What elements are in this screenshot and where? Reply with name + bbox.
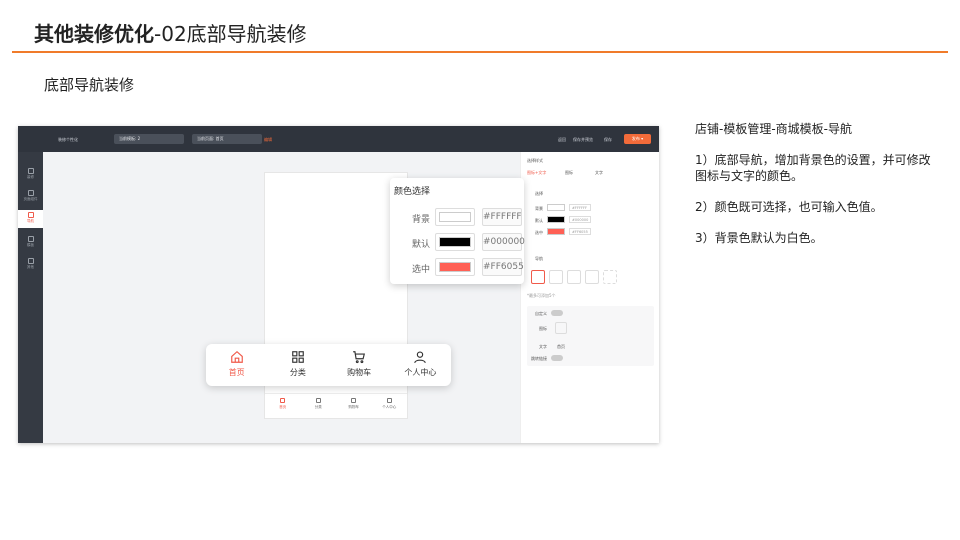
cart-icon <box>351 398 357 403</box>
bottom-tabbar-zoom: 首页 分类 购物车 个人中心 <box>206 344 451 386</box>
editor-sidebar: 装修 页面组件 导航 模板 其他 <box>18 152 43 443</box>
tab-category[interactable]: 分类 <box>267 344 328 386</box>
tab-profile[interactable]: 个人中心 <box>390 344 451 386</box>
rp-default-hex[interactable]: #000000 <box>569 216 591 223</box>
cp-selected-fill <box>439 262 471 272</box>
note-item: 1）底部导航，增加背景色的设置，并可修改图标与文字的颜色。 <box>695 153 931 183</box>
sidebar-item-template[interactable]: 模板 <box>18 234 43 252</box>
home-icon <box>230 350 243 363</box>
cp-selected-hex-input[interactable]: #FF6055 <box>482 258 524 276</box>
cp-selected-swatch[interactable] <box>435 258 475 276</box>
mini-tab-category[interactable]: 分类 <box>301 394 337 419</box>
page-title: 其他装修优化-02底部导航装修 <box>34 18 307 47</box>
nav-icon <box>27 212 34 218</box>
user-icon <box>386 398 392 403</box>
nav-item-editor: 自定义 图标 文字 首页 跳转链接 <box>527 306 654 366</box>
sidebar-item-components[interactable]: 页面组件 <box>18 188 43 206</box>
note-item: 2）颜色既可选择，也可输入色值。 <box>695 200 883 214</box>
back-link[interactable]: 装修个性化 <box>58 137 78 143</box>
color-section-label: 选择 <box>535 191 543 196</box>
rp-default-swatch[interactable] <box>547 216 565 223</box>
rp-selected-hex[interactable]: #FF6055 <box>569 228 591 235</box>
color-popup-title: 颜色选择 <box>394 187 431 197</box>
rp-bg-swatch[interactable] <box>547 204 565 211</box>
note-item: 3）背景色默认为白色。 <box>695 231 823 245</box>
editor-topbar: 装修个性化 当前模板: 2 当前页面: 首页 编辑 返回 保存并预览 保存 发布… <box>18 126 659 152</box>
custom-toggle[interactable] <box>551 310 563 316</box>
heart-icon <box>27 258 34 264</box>
rp-selected-swatch[interactable] <box>547 228 565 235</box>
cart-icon <box>353 351 366 364</box>
nav-item-category-icon-box[interactable] <box>549 270 563 284</box>
mini-tab-profile[interactable]: 个人中心 <box>372 394 408 419</box>
cp-bg-label: 背景 <box>412 215 431 225</box>
sidebar-item-nav[interactable]: 导航 <box>18 210 43 228</box>
style-option-icon[interactable]: 图标 <box>565 170 573 176</box>
section-title: 底部导航装修 <box>44 76 135 94</box>
sidebar-item-decorate[interactable]: 装修 <box>18 166 43 184</box>
cp-bg-hex-input[interactable]: #FFFFFF <box>482 208 522 226</box>
style-option-icon-text[interactable]: 图标+文字 <box>527 170 546 176</box>
text-label: 文字 <box>539 344 547 349</box>
icon-upload-box[interactable] <box>555 322 567 334</box>
save-button[interactable]: 保存 <box>604 137 612 143</box>
cp-selected-label: 选中 <box>412 265 431 275</box>
publish-button[interactable]: 发布 ▾ <box>624 134 651 144</box>
nav-item-profile-icon-box[interactable] <box>585 270 599 284</box>
cp-default-swatch[interactable] <box>435 233 475 251</box>
template-icon <box>27 236 34 242</box>
color-picker-popup: 颜色选择 背景 #FFFFFF 默认 #000000 选中 #FF6055 <box>390 178 525 284</box>
add-nav-item-button[interactable] <box>603 270 617 284</box>
mini-tab-cart[interactable]: 购物车 <box>336 394 372 419</box>
text-value[interactable]: 首页 <box>557 344 565 350</box>
custom-label: 自定义 <box>535 311 547 316</box>
cp-bg-swatch[interactable] <box>435 208 475 226</box>
nav-item-cart-icon-box[interactable] <box>567 270 581 284</box>
cp-default-hex-input[interactable]: #000000 <box>482 233 525 251</box>
return-button[interactable]: 返回 <box>558 137 566 143</box>
ui-screenshot: 装修个性化 当前模板: 2 当前页面: 首页 编辑 返回 保存并预览 保存 发布… <box>18 126 659 443</box>
rp-bg-label: 背景 <box>535 206 543 211</box>
sidebar-item-other[interactable]: 其他 <box>18 256 43 274</box>
home-icon <box>280 398 286 403</box>
rp-bg-hex[interactable]: #FFFFFF <box>569 204 591 211</box>
mini-tabbar: 首页 分类 购物车 个人中心 <box>265 393 407 419</box>
user-icon <box>414 351 427 364</box>
mini-tab-home[interactable]: 首页 <box>265 394 301 419</box>
tab-cart[interactable]: 购物车 <box>329 344 390 386</box>
nav-item-home-icon-box[interactable] <box>531 270 545 284</box>
title-divider <box>12 51 948 53</box>
rp-default-label: 默认 <box>535 218 543 223</box>
template-select[interactable]: 当前模板: 2 <box>114 134 184 144</box>
nav-limit-note: *最多可添加5个 <box>527 293 556 298</box>
notes-panel: 店铺-模板管理-商城模板-导航 1）底部导航，增加背景色的设置，并可修改图标与文… <box>695 121 935 261</box>
cp-default-label: 默认 <box>412 240 431 250</box>
page-title-strong: 其他装修优化 <box>34 22 154 46</box>
tab-home[interactable]: 首页 <box>206 344 267 386</box>
brush-icon <box>27 168 34 174</box>
style-label: 选择样式 <box>527 158 543 163</box>
nav-section-label: 导航 <box>535 256 543 261</box>
link-toggle[interactable] <box>551 355 563 361</box>
notes-heading: 店铺-模板管理-商城模板-导航 <box>695 122 852 136</box>
page-select[interactable]: 当前页面: 首页 <box>192 134 262 144</box>
settings-panel: 选择样式 图标+文字 图标 文字 选择 背景 #FFFFFF 默认 #00000… <box>520 152 659 443</box>
save-preview-button[interactable]: 保存并预览 <box>573 137 593 143</box>
cp-default-fill <box>439 237 471 247</box>
icon-label: 图标 <box>539 326 547 331</box>
page-icon <box>27 190 34 196</box>
grid-icon <box>292 351 304 363</box>
page-status: 编辑 <box>264 137 272 142</box>
rp-selected-label: 选中 <box>535 230 543 235</box>
cp-bg-fill <box>439 212 471 222</box>
style-option-text[interactable]: 文字 <box>595 170 603 176</box>
page-title-rest: -02底部导航装修 <box>154 22 307 46</box>
grid-icon <box>315 398 321 403</box>
link-label: 跳转链接 <box>531 356 547 361</box>
